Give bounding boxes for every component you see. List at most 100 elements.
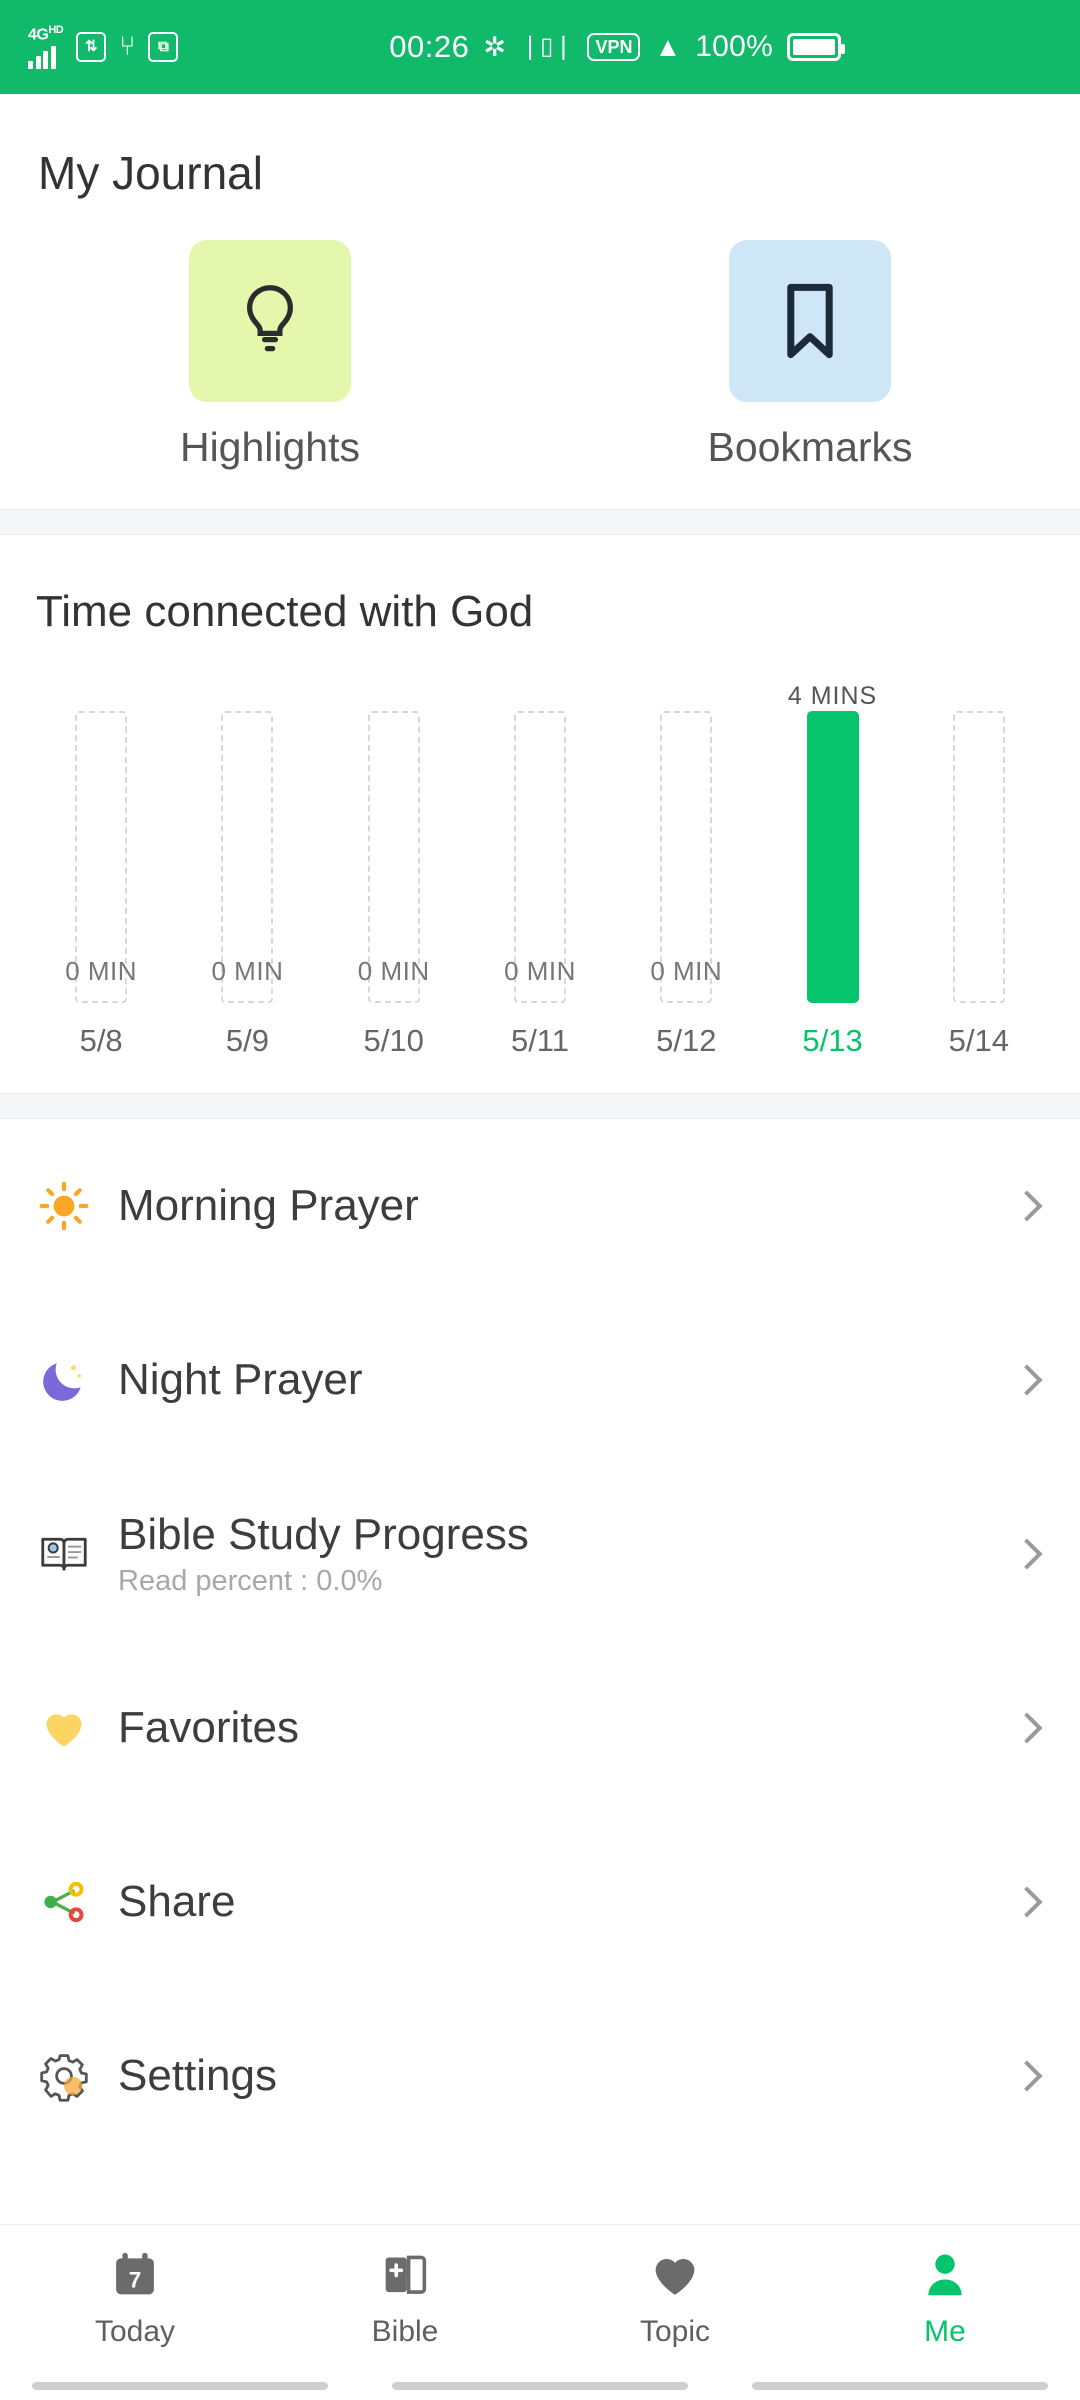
chart-column[interactable]: 0 MIN 5/10 xyxy=(321,671,467,1059)
network-hd-badge: HD xyxy=(48,23,64,36)
menu-item-label: Favorites xyxy=(118,1702,299,1752)
chart-column[interactable]: 0 MIN 5/11 xyxy=(467,671,613,1059)
open-book-icon xyxy=(36,1528,92,1580)
sun-icon xyxy=(36,1181,92,1231)
menu-item-bible-study-progress[interactable]: Bible Study Progress Read percent : 0.0% xyxy=(0,1467,1080,1641)
menu-text: Favorites xyxy=(118,1703,990,1754)
chart-x-label: 5/11 xyxy=(510,1023,569,1058)
menu-item-label: Share xyxy=(118,1876,236,1926)
chevron-right-icon[interactable] xyxy=(1011,1712,1043,1744)
bar-area: 0 MIN xyxy=(174,711,320,1003)
usb-icon: ⑂ xyxy=(119,31,136,62)
bar-value-label: 0 MIN xyxy=(357,956,430,986)
app-screen: 4GHD ⇅ ⑂ ⧉ 00:26 ✲ ❘▯❘ VPN ▲ 100% My Jou… xyxy=(0,0,1080,2400)
bar-empty: 0 MIN xyxy=(650,711,722,1003)
status-bar: 4GHD ⇅ ⑂ ⧉ 00:26 ✲ ❘▯❘ VPN ▲ 100% xyxy=(0,0,1080,94)
chart-column[interactable]: 5/14 xyxy=(906,671,1052,1059)
bar-value-label: 0 MIN xyxy=(211,956,284,986)
bluetooth-icon: ✲ xyxy=(483,31,506,62)
menu-item-label: Morning Prayer xyxy=(118,1180,419,1230)
nav-label: Bible xyxy=(371,2315,439,2348)
bar-area: 0 MIN xyxy=(467,711,613,1003)
menu-item-favorites[interactable]: Favorites xyxy=(0,1641,1080,1815)
chart-x-label: 5/14 xyxy=(948,1023,1009,1058)
menu-item-night-prayer[interactable]: Night Prayer xyxy=(0,1293,1080,1467)
bar-filled xyxy=(806,711,859,1003)
menu-text: Night Prayer xyxy=(118,1355,990,1406)
nav-label: Me xyxy=(924,2315,966,2348)
menu-item-label: Settings xyxy=(118,2050,277,2100)
journal-shortcuts: Highlights Bookmarks xyxy=(0,200,1080,509)
menu-text: Settings xyxy=(118,2051,990,2102)
bar-value-label: 0 MIN xyxy=(650,956,723,986)
chart-column-active[interactable]: 4 MINS 5/13 xyxy=(759,671,905,1059)
bar-area: 0 MIN xyxy=(613,711,759,1003)
bookmarks-label: Bookmarks xyxy=(707,424,913,470)
chart-title: Time connected with God xyxy=(36,587,534,636)
bar-empty: 0 MIN xyxy=(504,711,575,1003)
vpn-icon: VPN xyxy=(587,32,641,62)
bar-value-label: 0 MIN xyxy=(65,956,138,986)
network-type-label: 4G xyxy=(28,26,49,44)
gesture-pill xyxy=(32,2382,328,2390)
status-clock: 00:26 xyxy=(389,29,470,64)
bar-top-label: 4 MINS xyxy=(787,682,878,710)
highlights-label: Highlights xyxy=(179,424,361,470)
person-icon xyxy=(918,2245,972,2305)
time-chart: 0 MIN 5/8 0 MIN 5/9 0 MIN 5/10 0 MIN 5/1… xyxy=(0,637,1080,1059)
highlights-tile[interactable] xyxy=(189,240,351,402)
bar-area: 0 MIN xyxy=(28,711,174,1003)
chart-column[interactable]: 0 MIN 5/8 xyxy=(28,671,174,1059)
bar-area xyxy=(759,711,905,1003)
bar-empty: 0 MIN xyxy=(358,711,429,1003)
heart-filled-icon xyxy=(648,2245,702,2305)
chevron-right-icon[interactable] xyxy=(1011,1190,1043,1222)
nav-label: Today xyxy=(94,2315,176,2348)
page-title: My Journal xyxy=(38,147,263,199)
chart-column[interactable]: 0 MIN 5/12 xyxy=(613,671,759,1059)
gesture-pill xyxy=(752,2382,1048,2390)
menu-text: Morning Prayer xyxy=(118,1181,990,1232)
chart-column[interactable]: 0 MIN 5/9 xyxy=(174,671,320,1059)
chart-columns: 0 MIN 5/8 0 MIN 5/9 0 MIN 5/10 0 MIN 5/1… xyxy=(28,671,1052,1059)
chevron-right-icon[interactable] xyxy=(1011,2060,1043,2092)
lightbulb-icon xyxy=(247,285,293,352)
shortcut-highlights[interactable]: Highlights xyxy=(0,240,540,471)
heart-icon xyxy=(36,1703,92,1753)
shortcut-bookmarks[interactable]: Bookmarks xyxy=(540,240,1080,471)
menu-text: Bible Study Progress Read percent : 0.0% xyxy=(118,1510,990,1598)
bar-area xyxy=(906,711,1052,1003)
chevron-right-icon[interactable] xyxy=(1011,1364,1043,1396)
wifi-icon: ▲ xyxy=(654,31,682,62)
chart-x-label: 5/12 xyxy=(656,1023,717,1058)
nav-label: Topic xyxy=(639,2315,711,2348)
menu-item-settings[interactable]: Settings xyxy=(0,1989,1080,2163)
bookmark-icon xyxy=(787,283,833,359)
menu-item-share[interactable]: Share xyxy=(0,1815,1080,1989)
gesture-navigation-bar xyxy=(0,2372,1080,2400)
menu-item-label: Night Prayer xyxy=(118,1354,363,1404)
bar-empty: 0 MIN xyxy=(65,711,137,1003)
menu-item-morning-prayer[interactable]: Morning Prayer xyxy=(0,1119,1080,1293)
chevron-right-icon[interactable] xyxy=(1011,1538,1043,1570)
chart-x-label-active: 5/13 xyxy=(802,1023,863,1058)
battery-full-icon xyxy=(787,33,846,61)
bar-value-label: 0 MIN xyxy=(504,956,576,986)
settings-menu: Morning Prayer Night Prayer Bible Study … xyxy=(0,1119,1080,2163)
bar-area: 0 MIN xyxy=(321,711,467,1003)
battery-percent-label: 100% xyxy=(695,30,774,63)
menu-item-label: Bible Study Progress xyxy=(118,1510,529,1560)
share-nodes-icon xyxy=(36,1877,92,1927)
chevron-right-icon[interactable] xyxy=(1011,1886,1043,1918)
bar-empty: 0 MIN xyxy=(212,711,283,1003)
cellular-signal-icon: 4GHD xyxy=(28,23,64,70)
calendar-icon: 7 xyxy=(108,2245,162,2305)
sim-card-icon: ⇅ xyxy=(76,31,107,62)
status-bar-left: 4GHD ⇅ ⑂ ⧉ xyxy=(28,23,179,70)
bookmarks-tile[interactable] xyxy=(729,240,891,402)
menu-item-subtitle: Read percent : 0.0% xyxy=(118,1564,383,1597)
book-plus-icon xyxy=(378,2245,432,2305)
section-divider-2 xyxy=(0,1093,1080,1119)
chart-x-label: 5/9 xyxy=(225,1023,269,1058)
gesture-pill xyxy=(392,2382,688,2390)
